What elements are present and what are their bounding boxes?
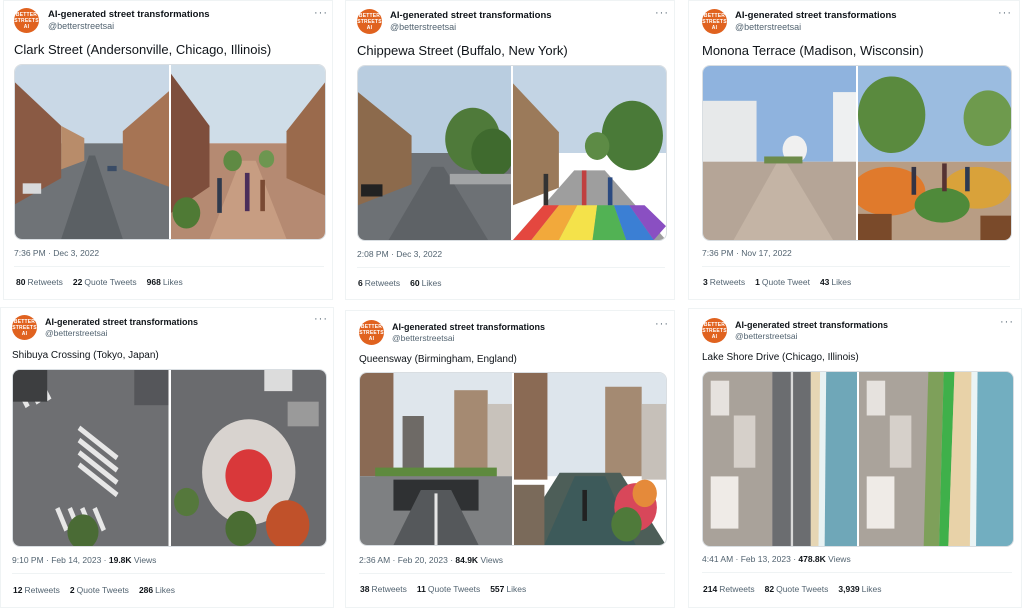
quote-tweets-count[interactable]: 2 Quote Tweets	[70, 585, 129, 595]
divider	[702, 572, 1012, 573]
likes-count[interactable]: 3,939 Likes	[838, 584, 881, 594]
before-street-image[interactable]	[703, 66, 856, 240]
account-name[interactable]: AI-generated street transformations	[48, 9, 210, 20]
retweets-count[interactable]: 80 Retweets	[16, 277, 63, 287]
retweets-count[interactable]: 214 Retweets	[703, 584, 755, 594]
account-handle[interactable]: @betterstreetsai	[48, 21, 114, 31]
engagement-stats: 6 Retweets 60 Likes	[358, 278, 441, 288]
tweet-card-monona-terrace[interactable]: BETTER STREETS AI AI-generated street tr…	[688, 0, 1020, 300]
after-street-image[interactable]	[858, 66, 1011, 240]
after-street-image[interactable]	[514, 373, 666, 545]
account-handle[interactable]: @betterstreetsai	[392, 333, 455, 343]
divider	[359, 573, 665, 574]
tweet-timestamp[interactable]: 2:36 AM · Feb 20, 2023 · 84.9K Views	[359, 555, 503, 565]
account-handle[interactable]: @betterstreetsai	[390, 22, 456, 32]
tweet-text: Clark Street (Andersonville, Chicago, Il…	[14, 42, 272, 57]
tweet-card-queensway[interactable]: BETTER STREETS AI AI-generated street tr…	[345, 310, 675, 608]
tweet-media[interactable]	[702, 371, 1014, 547]
quote-tweets-count[interactable]: 22 Quote Tweets	[73, 277, 137, 287]
engagement-stats: 214 Retweets 82 Quote Tweets 3,939 Likes	[703, 584, 882, 594]
before-street-image[interactable]	[703, 372, 857, 546]
tweet-timestamp[interactable]: 7:36 PM · Nov 17, 2022	[702, 248, 792, 258]
tweet-media[interactable]	[12, 369, 327, 547]
account-name[interactable]: AI-generated street transformations	[45, 317, 198, 327]
tweet-timestamp[interactable]: 9:10 PM · Feb 14, 2023 · 19.8K Views	[12, 555, 156, 565]
tweet-media[interactable]	[359, 372, 667, 546]
avatar[interactable]: BETTER STREETS AI	[702, 318, 727, 343]
tweet-card-shibuya-crossing[interactable]: BETTER STREETS AI AI-generated street tr…	[0, 307, 334, 608]
tweet-media[interactable]	[357, 65, 667, 241]
after-street-image[interactable]	[513, 66, 666, 240]
account-name[interactable]: AI-generated street transformations	[735, 10, 897, 21]
account-name[interactable]: AI-generated street transformations	[392, 322, 545, 332]
after-street-image[interactable]	[170, 370, 326, 546]
more-icon[interactable]: ···	[998, 7, 1012, 19]
quote-tweets-count[interactable]: 11 Quote Tweets	[417, 584, 480, 594]
tweet-timestamp[interactable]: 2:08 PM · Dec 3, 2022	[357, 249, 442, 259]
account-handle[interactable]: @betterstreetsai	[45, 328, 108, 338]
retweets-count[interactable]: 6 Retweets	[358, 278, 400, 288]
tweet-card-chippewa-street[interactable]: BETTER STREETS AI AI-generated street tr…	[345, 0, 675, 300]
retweets-count[interactable]: 3 Retweets	[703, 277, 745, 287]
tweet-timestamp[interactable]: 4:41 AM · Feb 13, 2023 · 478.8K Views	[702, 554, 851, 564]
before-street-image[interactable]	[15, 65, 169, 239]
engagement-stats: 80 Retweets 22 Quote Tweets 968 Likes	[16, 277, 183, 287]
tweet-card-lake-shore-drive[interactable]: BETTER STREETS AI AI-generated street tr…	[688, 308, 1022, 608]
before-street-image[interactable]	[13, 370, 169, 546]
account-handle[interactable]: @betterstreetsai	[735, 331, 798, 341]
tweet-media[interactable]	[14, 64, 326, 240]
tweet-text: Shibuya Crossing (Tokyo, Japan)	[12, 350, 159, 361]
engagement-stats: 3 Retweets 1 Quote Tweet 43 Likes	[703, 277, 851, 287]
divider	[357, 267, 665, 268]
likes-count[interactable]: 968 Likes	[147, 277, 183, 287]
account-name[interactable]: AI-generated street transformations	[735, 320, 888, 330]
account-name[interactable]: AI-generated street transformations	[390, 10, 552, 21]
after-street-image[interactable]	[859, 372, 1013, 546]
avatar[interactable]: BETTER STREETS AI	[14, 8, 39, 33]
tweet-card-clark-street[interactable]: BETTER STREETS AI AI-generated street tr…	[3, 0, 333, 300]
avatar[interactable]: BETTER STREETS AI	[359, 320, 384, 345]
more-icon[interactable]: ···	[314, 313, 328, 325]
retweets-count[interactable]: 12 Retweets	[13, 585, 60, 595]
avatar[interactable]: BETTER STREETS AI	[702, 9, 727, 34]
account-handle[interactable]: @betterstreetsai	[735, 22, 801, 32]
more-icon[interactable]: ···	[314, 7, 328, 19]
likes-count[interactable]: 43 Likes	[820, 277, 851, 287]
engagement-stats: 12 Retweets 2 Quote Tweets 286 Likes	[13, 585, 175, 595]
likes-count[interactable]: 60 Likes	[410, 278, 441, 288]
more-icon[interactable]: ···	[655, 7, 669, 19]
quote-tweets-count[interactable]: 1 Quote Tweet	[755, 277, 810, 287]
divider	[14, 266, 324, 267]
divider	[702, 266, 1010, 267]
avatar[interactable]: BETTER STREETS AI	[357, 9, 382, 34]
more-icon[interactable]: ···	[655, 318, 669, 330]
before-street-image[interactable]	[358, 66, 511, 240]
divider	[12, 573, 325, 574]
tweet-text: Monona Terrace (Madison, Wisconsin)	[702, 43, 924, 58]
after-street-image[interactable]	[171, 65, 325, 239]
retweets-count[interactable]: 38 Retweets	[360, 584, 407, 594]
likes-count[interactable]: 286 Likes	[139, 585, 175, 595]
likes-count[interactable]: 557 Likes	[490, 584, 526, 594]
more-icon[interactable]: ···	[1000, 316, 1014, 328]
engagement-stats: 38 Retweets 11 Quote Tweets 557 Likes	[360, 584, 526, 594]
tweet-text: Chippewa Street (Buffalo, New York)	[357, 43, 568, 58]
avatar[interactable]: BETTER STREETS AI	[12, 315, 37, 340]
tweet-media[interactable]	[702, 65, 1012, 241]
tweet-timestamp[interactable]: 7:36 PM · Dec 3, 2022	[14, 248, 99, 258]
tweet-text: Queensway (Birmingham, England)	[359, 354, 517, 365]
before-street-image[interactable]	[360, 373, 512, 545]
quote-tweets-count[interactable]: 82 Quote Tweets	[765, 584, 829, 594]
tweet-text: Lake Shore Drive (Chicago, Illinois)	[702, 352, 859, 363]
